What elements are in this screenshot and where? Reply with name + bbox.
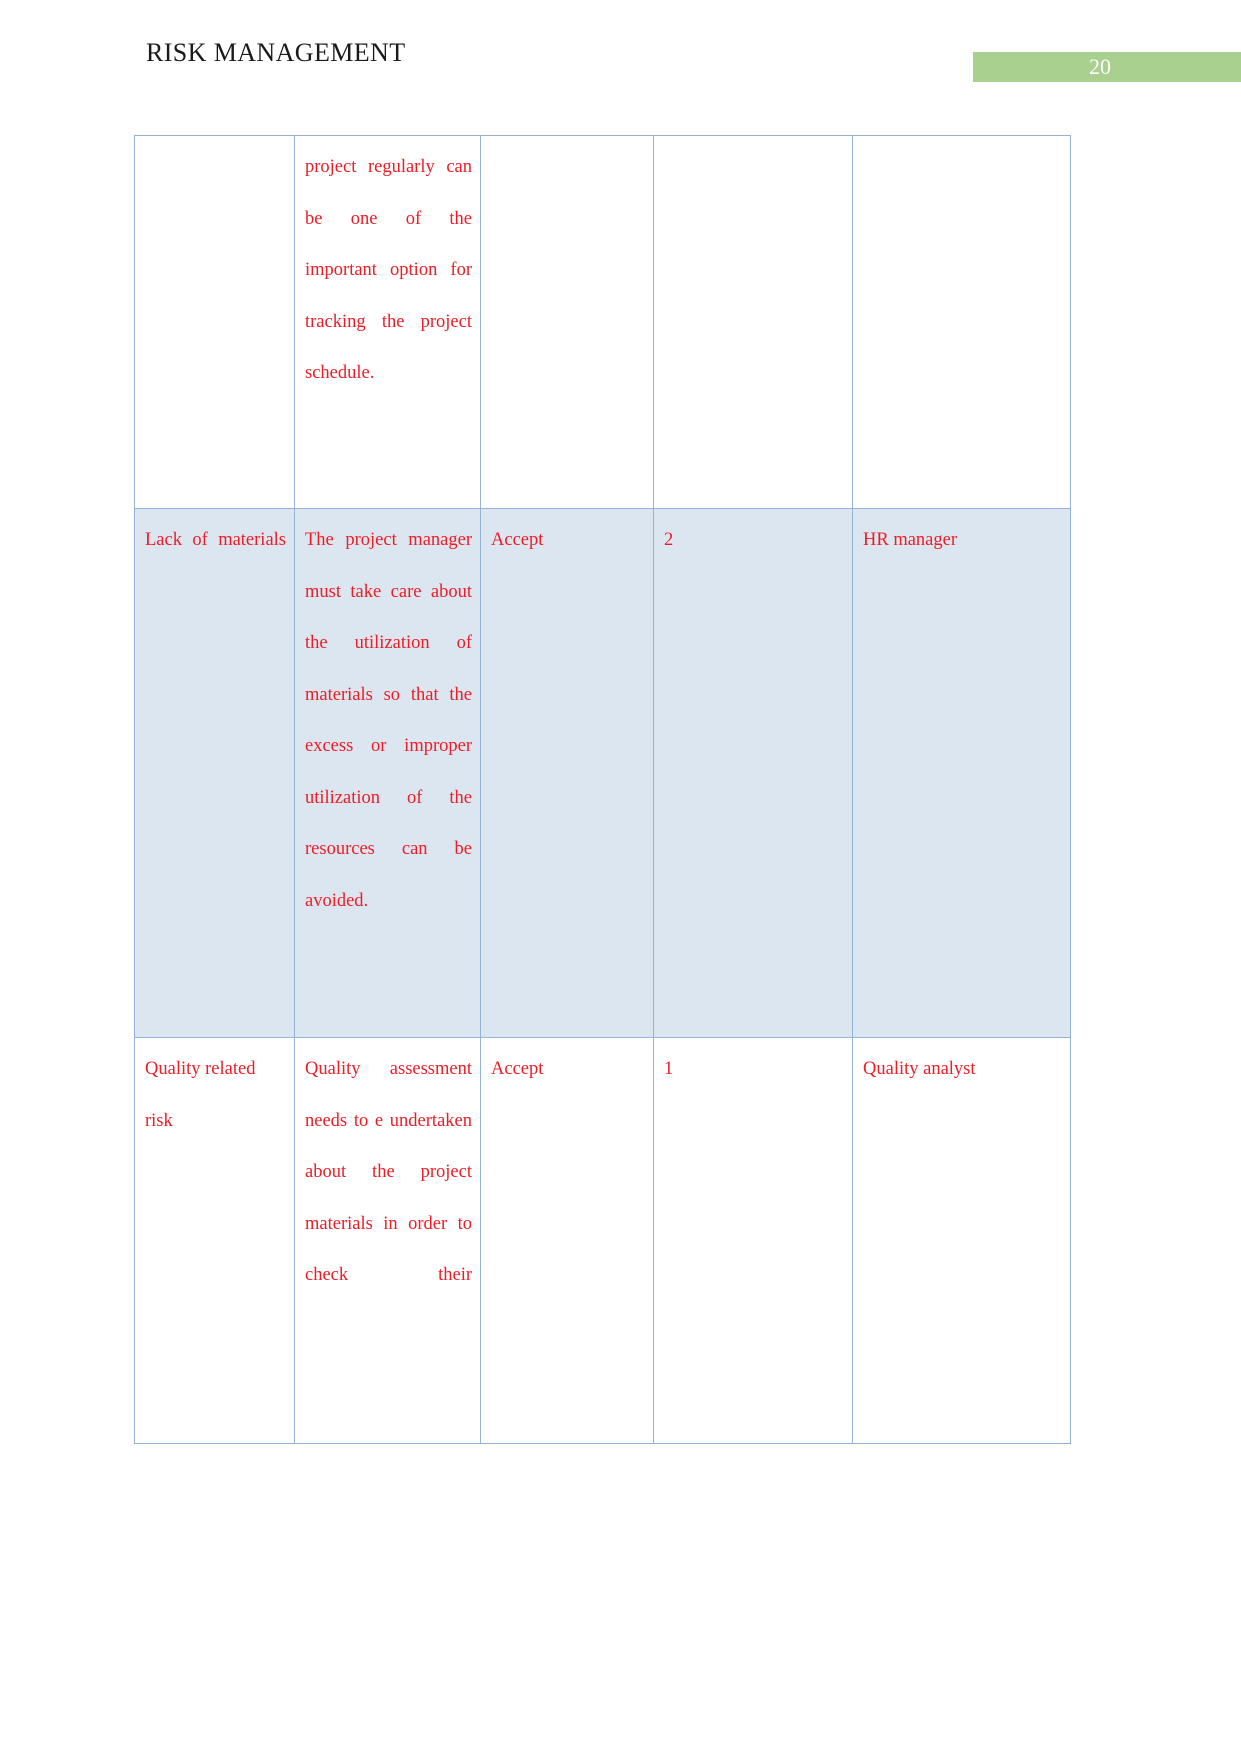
page-number: 20 <box>1089 54 1111 79</box>
cell-response <box>480 135 654 509</box>
cell-risk <box>134 135 295 509</box>
cell-owner: Quality analyst <box>852 1037 1071 1444</box>
table-row: Lack of materials The project manager mu… <box>134 508 1071 1038</box>
risk-register-table-container: project regularly can be one of the impo… <box>134 135 1071 1444</box>
risk-register-table: project regularly can be one of the impo… <box>134 135 1071 1444</box>
cell-priority: 1 <box>653 1037 853 1444</box>
cell-mitigation: Quality assessment needs to e undertaken… <box>294 1037 481 1444</box>
page-header: RISK MANAGEMENT 20 <box>0 0 1241 110</box>
cell-priority: 2 <box>653 508 853 1038</box>
cell-owner <box>852 135 1071 509</box>
page-title: RISK MANAGEMENT <box>146 38 406 67</box>
table-row: Quality related risk Quality assessment … <box>134 1037 1071 1444</box>
cell-mitigation: project regularly can be one of the impo… <box>294 135 481 509</box>
table-row: project regularly can be one of the impo… <box>134 135 1071 509</box>
cell-response: Accept <box>480 508 654 1038</box>
cell-owner: HR manager <box>852 508 1071 1038</box>
document-page: RISK MANAGEMENT 20 project regularly can… <box>0 0 1241 1754</box>
cell-response: Accept <box>480 1037 654 1444</box>
cell-mitigation: The project manager must take care about… <box>294 508 481 1038</box>
cell-risk: Lack of materials <box>134 508 295 1038</box>
cell-risk: Quality related risk <box>134 1037 295 1444</box>
cell-priority <box>653 135 853 509</box>
